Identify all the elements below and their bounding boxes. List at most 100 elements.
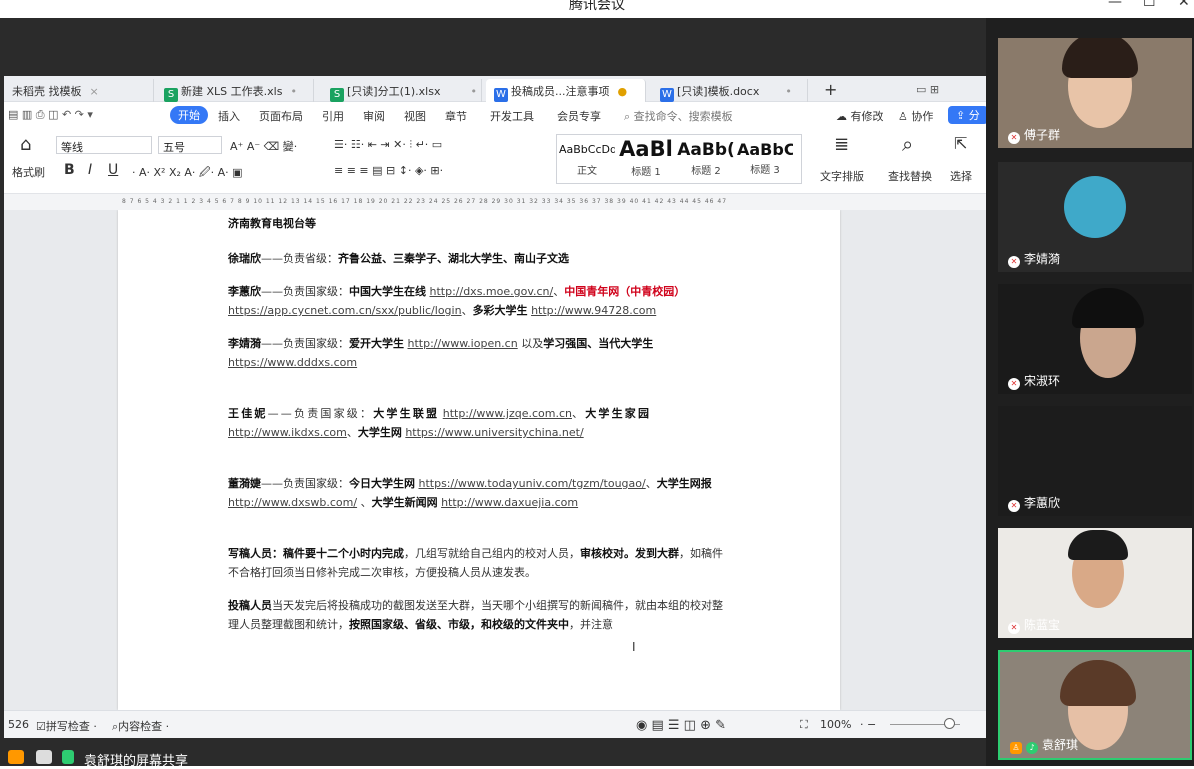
content-check-button[interactable]: ⌕内容检查 ·: [112, 718, 169, 734]
participant-tile[interactable]: ✕ 傅子群: [998, 38, 1192, 148]
text-layout-button[interactable]: 文字排版: [820, 168, 864, 184]
select-button[interactable]: 选择: [950, 168, 972, 184]
link[interactable]: http://www.jzqe.com.cn: [443, 407, 572, 420]
style-heading-1[interactable]: AaBl 标题 1: [617, 137, 675, 178]
status-bar: 526 ☑拼写检查 · ⌕内容检查 · ◉ ▤ ☰ ◫ ⊕ ✎ ⛶ 100% ·…: [4, 710, 986, 738]
style-normal[interactable]: AaBbCcDd 正文: [559, 137, 615, 177]
font-family-select[interactable]: 等线: [56, 136, 152, 154]
link[interactable]: http://www.ikdxs.com: [228, 426, 347, 439]
search-icon[interactable]: ⌕: [902, 132, 913, 156]
checkbox-icon: ☑: [36, 720, 46, 733]
mic-icon[interactable]: [62, 750, 74, 764]
minimize-icon[interactable]: —: [1108, 0, 1122, 10]
italic-button[interactable]: I: [88, 162, 92, 178]
participant-tile-active[interactable]: ♙ ♪ 袁舒琪: [998, 650, 1192, 760]
document-area[interactable]: ▤ · 济南教育电视台等 徐瑞欣——负责省级：齐鲁公益、三秦学子、湖北大学生、南…: [4, 210, 986, 710]
user-icon[interactable]: [8, 750, 24, 764]
mic-muted-icon: ✕: [1008, 132, 1020, 144]
fit-icon[interactable]: ⛶: [800, 718, 808, 732]
text-effects-buttons[interactable]: · A· X² X₂ A· 🖉· A· ▣: [132, 164, 243, 183]
menu-chapter[interactable]: 章节: [445, 108, 467, 124]
menu-review[interactable]: 审阅: [363, 108, 385, 124]
style-heading-3[interactable]: AaBbC 标题 3: [737, 137, 793, 176]
menu-bar: ▤ ▥ ⎙ ◫ ↶ ↷ ▾ 开始 插入 页面布局 引用 审阅 视图 章节 开发工…: [4, 102, 986, 128]
close-icon[interactable]: •: [290, 85, 297, 98]
word-count[interactable]: 526: [8, 718, 29, 731]
spell-check-button[interactable]: ☑拼写检查 ·: [36, 718, 97, 734]
menu-page-layout[interactable]: 页面布局: [259, 108, 303, 124]
menu-member[interactable]: 会员专享: [557, 108, 601, 124]
ruler[interactable]: 8 7 6 5 4 3 2 1 1 2 3 4 5 6 7 8 9 10 11 …: [4, 194, 986, 210]
share-label: 分: [968, 109, 980, 122]
document-body[interactable]: 济南教育电视台等 徐瑞欣——负责省级：齐鲁公益、三秦学子、湖北大学生、南山子文选…: [228, 214, 732, 648]
menu-developer[interactable]: 开发工具: [490, 108, 534, 124]
share-status-icon[interactable]: [36, 750, 52, 764]
text-layout-icon[interactable]: ≣: [834, 134, 849, 155]
close-icon[interactable]: ×: [90, 85, 99, 98]
person-name: 王佳妮: [228, 407, 268, 420]
tab-label: 未稻壳 找模板: [12, 85, 82, 98]
align-buttons[interactable]: ≡ ≡ ≡ ▤ ⊟ ↕· ◈· ⊞·: [334, 164, 443, 177]
menu-home[interactable]: 开始: [170, 106, 208, 124]
screen-share-bar: 袁舒琪的屏幕共享: [0, 748, 986, 769]
link[interactable]: https://app.cycnet.com.cn/sxx/public/log…: [228, 304, 462, 317]
avatar: [1062, 38, 1138, 78]
tab-xlsx-division[interactable]: S [只读]分工(1).xlsx •: [322, 79, 482, 102]
link[interactable]: http://www.94728.com: [531, 304, 656, 317]
tab-xls-new[interactable]: S 新建 XLS 工作表.xls •: [156, 79, 314, 102]
tab-template[interactable]: 未稻壳 找模板 ×: [4, 79, 154, 102]
participant-tile[interactable]: ✕ 李婧漪: [998, 162, 1192, 272]
link[interactable]: http://www.daxuejia.com: [441, 496, 578, 509]
close-icon[interactable]: •: [470, 85, 477, 98]
link[interactable]: https://www.universitychina.net/: [405, 426, 583, 439]
document-page[interactable]: 济南教育电视台等 徐瑞欣——负责省级：齐鲁公益、三秦学子、湖北大学生、南山子文选…: [118, 210, 840, 710]
list-buttons[interactable]: ☰· ☷· ⇤ ⇥ ✕· ⫶ ↵· ▭: [334, 138, 442, 152]
tab-submission-notes[interactable]: W 投稿成员...注意事项 ●: [486, 79, 646, 102]
participant-tile[interactable]: ✕ 李蕙欣: [998, 406, 1192, 516]
underline-button[interactable]: U: [108, 162, 118, 178]
participant-tile[interactable]: ✕ 宋淑环: [998, 284, 1192, 394]
participant-name: 陈蓝宝: [1024, 618, 1061, 632]
menu-references[interactable]: 引用: [322, 108, 344, 124]
view-mode-icons[interactable]: ◉ ▤ ☰ ◫ ⊕ ✎: [636, 718, 726, 733]
close-icon[interactable]: •: [785, 85, 792, 98]
link[interactable]: http://www.dxswb.com/: [228, 496, 357, 509]
link[interactable]: http://www.iopen.cn: [408, 337, 518, 350]
style-heading-2[interactable]: AaBb(标题 2: [677, 137, 735, 177]
link[interactable]: http://dxs.moe.gov.cn/: [430, 285, 554, 298]
zoom-slider-handle[interactable]: [944, 718, 955, 729]
font-size-select[interactable]: 五号: [158, 136, 222, 154]
collaborate-button[interactable]: ♙ 协作: [898, 108, 933, 124]
select-cursor-icon[interactable]: ⇱: [954, 134, 967, 153]
close-icon[interactable]: ✕: [1178, 0, 1190, 10]
search-icon: ⌕: [624, 110, 631, 123]
participant-name: 李蕙欣: [1024, 496, 1061, 510]
tab-template-docx[interactable]: W [只读]模板.docx •: [652, 79, 808, 102]
format-painter-label[interactable]: 格式刷: [12, 164, 45, 180]
link[interactable]: https://www.dddxs.com: [228, 356, 357, 369]
tab-label: 投稿成员...注意事项: [511, 85, 610, 98]
participant-tile[interactable]: ✕ 陈蓝宝: [998, 528, 1192, 638]
avatar: [1068, 530, 1128, 560]
font-size-buttons[interactable]: A⁺ A⁻ ⌫ 變·: [230, 138, 297, 154]
new-tab-button[interactable]: +: [816, 76, 845, 99]
window-title: 腾讯会议: [569, 0, 625, 13]
command-search[interactable]: ⌕ 查找命令、搜索模板: [624, 108, 733, 124]
zoom-out-button[interactable]: · −: [860, 718, 876, 731]
modified-dot-icon: ●: [617, 85, 628, 98]
bold-button[interactable]: B: [64, 162, 75, 178]
share-label: 袁舒琪的屏幕共享: [84, 754, 189, 769]
modified-button[interactable]: ☁ 有修改: [836, 108, 884, 124]
share-button[interactable]: ⇪ 分: [948, 106, 986, 124]
mic-muted-icon: ✕: [1008, 256, 1020, 268]
quick-access-icons[interactable]: ▤ ▥ ⎙ ◫ ↶ ↷ ▾: [8, 108, 93, 122]
maximize-icon[interactable]: ☐: [1143, 0, 1156, 10]
window-layout-icon[interactable]: ▭ ⊞: [908, 79, 947, 102]
link[interactable]: https://www.todayuniv.com/tgzm/tougao/: [419, 477, 646, 490]
find-replace-button[interactable]: 查找替换: [888, 168, 932, 184]
menu-view[interactable]: 视图: [404, 108, 426, 124]
format-painter-icon[interactable]: ⌂: [20, 134, 31, 155]
avatar: [1060, 660, 1136, 706]
menu-insert[interactable]: 插入: [218, 108, 240, 124]
zoom-level[interactable]: 100%: [820, 718, 851, 731]
